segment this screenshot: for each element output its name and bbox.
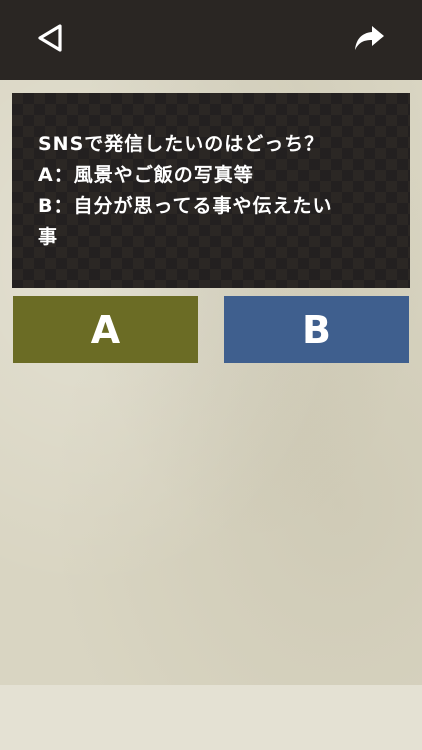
back-button[interactable] [28,20,72,60]
answer-b-label: B [302,307,331,352]
answer-a-label: A [90,307,121,352]
answer-a-button[interactable]: A [13,296,198,363]
bottom-area [0,685,422,750]
top-bar [0,0,422,80]
question-panel: SNSで発信したいのはどっち？ A：風景やご飯の写真等 B：自分が思ってる事や伝… [12,93,410,288]
share-button[interactable] [344,18,394,62]
share-arrow-icon [353,24,385,56]
answer-b-button[interactable]: B [224,296,409,363]
question-text: SNSで発信したいのはどっち？ A：風景やご飯の写真等 B：自分が思ってる事や伝… [38,133,333,248]
back-triangle-icon [37,23,63,57]
